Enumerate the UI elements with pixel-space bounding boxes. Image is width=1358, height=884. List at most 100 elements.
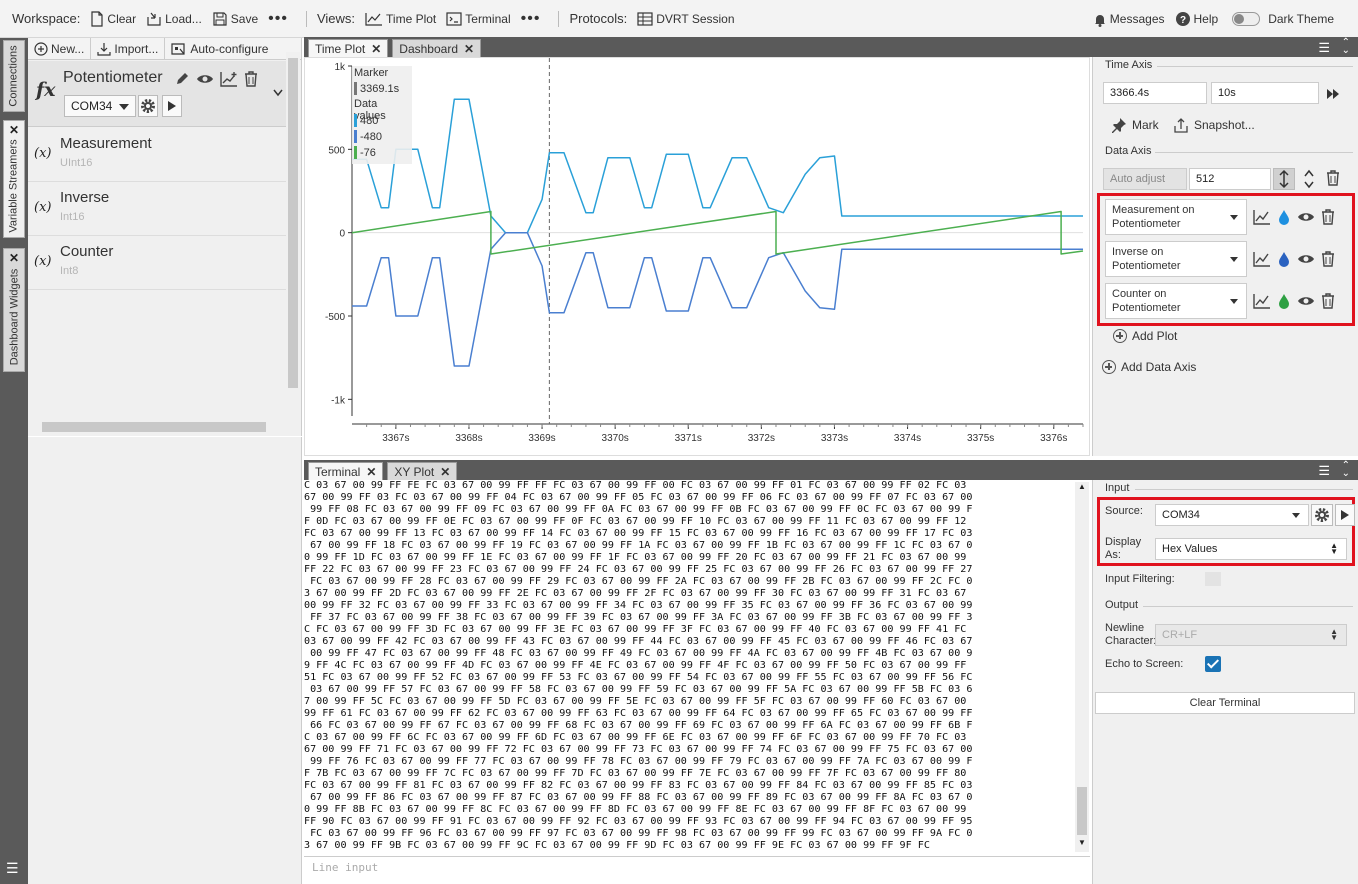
source-select[interactable]: COM34 <box>1155 504 1309 526</box>
input-filtering-checkbox[interactable] <box>1205 572 1221 586</box>
scroll-up-icon[interactable]: ▲ <box>1078 482 1086 491</box>
display-as-select[interactable]: Hex Values ▲ ▼ <box>1155 538 1347 560</box>
color-drop-icon[interactable] <box>1277 293 1291 309</box>
help-button[interactable]: ? Help <box>1175 11 1218 27</box>
data-axis-range-input[interactable]: 512 <box>1189 168 1271 190</box>
close-icon[interactable]: ✕ <box>440 465 450 479</box>
tab-terminal[interactable]: Terminal ✕ <box>308 462 384 480</box>
eye-icon[interactable] <box>1297 251 1315 267</box>
source-settings-button[interactable] <box>1311 504 1333 526</box>
scrollbar-thumb[interactable] <box>42 422 266 432</box>
up-down-arrows-icon[interactable] <box>1303 169 1315 189</box>
scroll-down-icon[interactable]: ▼ <box>1078 838 1086 847</box>
terminal-output[interactable]: C 03 67 00 99 FF FE FC 03 67 00 99 FF FF… <box>304 480 1090 854</box>
plot-canvas[interactable]: 1k 500 0 -500 -1k 3367s 3368s 3369s 3370s 3371s 33… <box>305 58 1091 457</box>
variable-item[interactable]: (x) Counter Int8 <box>28 236 286 290</box>
tab-xy-plot[interactable]: XY Plot ✕ <box>387 462 458 480</box>
time-span-input[interactable]: 10s <box>1211 82 1319 104</box>
eye-icon[interactable] <box>196 71 214 87</box>
sort-arrows-icon[interactable]: ⌃ ⌄ <box>1342 461 1350 479</box>
load-button[interactable]: Load... <box>146 11 202 27</box>
tab-time-plot[interactable]: Time Plot ✕ <box>308 39 389 57</box>
eye-icon[interactable] <box>1297 293 1315 309</box>
mark-button[interactable]: Mark <box>1111 117 1159 133</box>
hamburger-menu-icon[interactable]: ☰ <box>6 860 19 877</box>
time-start-input[interactable]: 3366.4s <box>1103 82 1207 104</box>
echo-checkbox[interactable] <box>1205 656 1221 672</box>
auto-configure-button[interactable]: Auto-configure <box>165 38 274 60</box>
close-icon[interactable]: ✕ <box>366 465 376 479</box>
legend-value: -480 <box>360 130 383 143</box>
add-data-axis-button[interactable]: Add Data Axis <box>1102 360 1196 374</box>
add-plot-icon[interactable] <box>220 71 238 87</box>
terminal-scrollbar[interactable]: ▲ ▼ <box>1075 482 1089 852</box>
streamer-actions <box>174 71 258 87</box>
hamburger-menu-icon[interactable]: ☰ <box>1318 463 1330 479</box>
color-drop-icon[interactable] <box>1277 209 1291 225</box>
snapshot-button[interactable]: Snapshot... <box>1173 117 1255 133</box>
plot-settings-panel: Time Axis 3366.4s 10s Mark Snapshot... D… <box>1092 57 1358 456</box>
terminal-text: C 03 67 00 99 FF FE FC 03 67 00 99 FF FF… <box>304 480 973 851</box>
connections-tab[interactable]: Connections <box>3 40 25 112</box>
clear-terminal-button[interactable]: Clear Terminal <box>1095 692 1355 714</box>
newline-select[interactable]: CR+LF ▲ ▼ <box>1155 624 1347 646</box>
line-input[interactable]: Line input <box>304 856 1090 880</box>
terminal-button[interactable]: Terminal <box>446 12 511 26</box>
plot-source-select[interactable]: Inverse on Potentiometer <box>1105 241 1247 277</box>
add-plot-button[interactable]: Add Plot <box>1113 329 1177 343</box>
variable-item[interactable]: (x) Measurement UInt16 <box>28 128 286 182</box>
variable-item[interactable]: (x) Inverse Int16 <box>28 182 286 236</box>
port-select[interactable]: COM34 <box>64 95 136 117</box>
trash-icon[interactable] <box>1321 251 1335 267</box>
plot-style-icon[interactable] <box>1253 251 1271 267</box>
new-streamer-button[interactable]: New... <box>28 37 92 60</box>
plot-source-select[interactable]: Counter on Potentiometer <box>1105 283 1247 319</box>
views-more-button[interactable]: ••• <box>521 10 541 28</box>
pencil-icon[interactable] <box>174 71 190 87</box>
close-icon[interactable]: ✕ <box>464 42 474 56</box>
import-button[interactable]: Import... <box>91 37 166 60</box>
scrollbar-thumb[interactable] <box>1077 787 1087 835</box>
sort-arrows-icon[interactable]: ⌃ ⌄ <box>1342 38 1350 56</box>
plot-style-icon[interactable] <box>1253 209 1271 225</box>
horizontal-scrollbar[interactable] <box>28 420 286 434</box>
clear-button[interactable]: Clear <box>90 10 136 27</box>
streamer-card[interactable]: fx Potentiometer COM34 <box>28 61 286 127</box>
streamer-name: Potentiometer <box>63 69 163 86</box>
time-plot-button[interactable]: Time Plot <box>365 12 436 26</box>
dark-theme-toggle[interactable] <box>1232 12 1261 26</box>
dashboard-widgets-tab[interactable]: ✕ Dashboard Widgets <box>3 248 25 372</box>
tab-dashboard[interactable]: Dashboard ✕ <box>392 39 482 57</box>
auto-configure-label: Auto-configure <box>190 41 269 56</box>
trash-icon[interactable] <box>1321 209 1335 225</box>
plot-source-select[interactable]: Measurement on Potentiometer <box>1105 199 1247 235</box>
scrollbar-thumb[interactable] <box>288 58 298 388</box>
messages-button[interactable]: Messages <box>1093 12 1165 27</box>
plot-row-actions <box>1253 251 1335 267</box>
close-icon[interactable]: ✕ <box>371 42 381 56</box>
trash-icon[interactable] <box>1326 170 1340 186</box>
hamburger-menu-icon[interactable]: ☰ <box>1318 40 1330 56</box>
color-drop-icon[interactable] <box>1277 251 1291 267</box>
trash-icon[interactable] <box>244 71 258 87</box>
chevron-down-icon[interactable] <box>273 89 283 97</box>
variable-name: Inverse <box>60 189 110 206</box>
close-icon[interactable]: ✕ <box>9 123 19 137</box>
dvrt-session-button[interactable]: DVRT Session <box>637 12 735 26</box>
streamer-settings-button[interactable] <box>138 95 158 117</box>
variable-streamers-tab[interactable]: ✕ Variable Streamers <box>3 120 25 238</box>
legend-value: -76 <box>360 146 376 159</box>
source-start-button[interactable] <box>1335 504 1355 526</box>
workspace-more-button[interactable]: ••• <box>268 10 288 28</box>
fast-forward-icon[interactable] <box>1326 88 1340 100</box>
trash-icon[interactable] <box>1321 293 1335 309</box>
streamer-start-button[interactable] <box>162 95 182 117</box>
plot-style-icon[interactable] <box>1253 293 1271 309</box>
save-button[interactable]: Save <box>212 11 258 27</box>
eye-icon[interactable] <box>1297 209 1315 225</box>
vertical-zoom-button[interactable] <box>1273 168 1295 190</box>
close-icon[interactable]: ✕ <box>9 251 19 265</box>
time-plot[interactable]: 1k 500 0 -500 -1k 3367s 3368s 3369s 3370s 3371s 33… <box>304 57 1090 456</box>
auto-adjust-button[interactable]: Auto adjust <box>1103 168 1187 190</box>
vertical-scrollbar[interactable] <box>286 52 300 420</box>
